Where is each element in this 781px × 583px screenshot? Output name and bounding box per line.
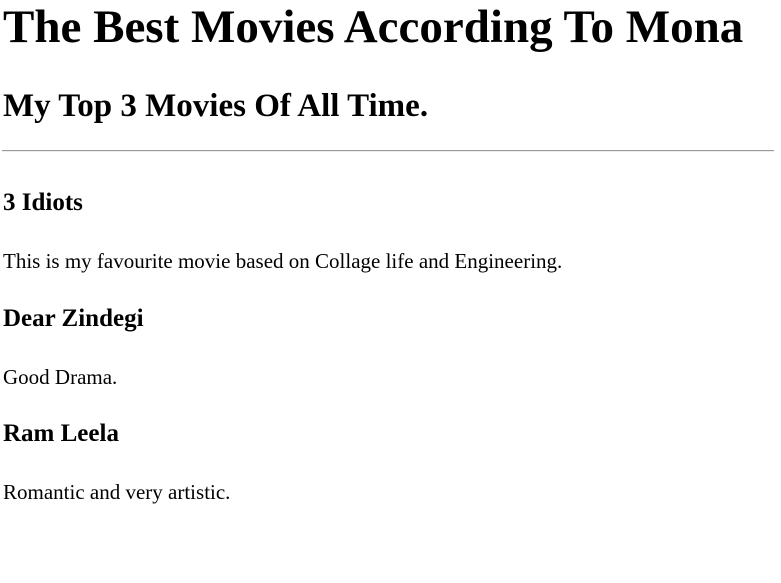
- movie-title-dear-zindegi: Dear Zindegi: [3, 305, 144, 332]
- movie-title-3-idiots: 3 Idiots: [3, 189, 83, 216]
- movie-title-ram-leela: Ram Leela: [3, 420, 119, 447]
- page-title: The Best Movies According To Mona: [3, 1, 744, 53]
- movie-description-dear-zindegi: Good Drama.: [3, 365, 118, 389]
- page: The Best Movies According To Mona My Top…: [0, 0, 781, 583]
- movie-description-ram-leela: Romantic and very artistic.: [3, 480, 231, 504]
- page-subtitle: My Top 3 Movies Of All Time.: [3, 88, 429, 124]
- divider: [2, 150, 774, 152]
- movie-description-3-idiots: This is my favourite movie based on Coll…: [3, 249, 563, 273]
